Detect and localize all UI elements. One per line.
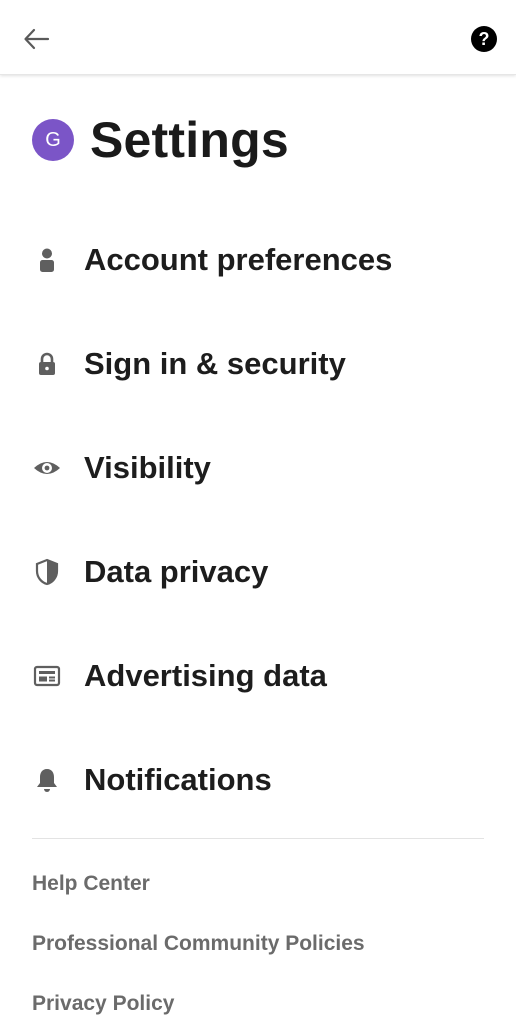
shield-icon [32, 557, 62, 587]
menu-item-account-preferences[interactable]: Account preferences [0, 208, 516, 312]
menu-label: Notifications [84, 762, 272, 797]
menu-item-advertising-data[interactable]: Advertising data [0, 624, 516, 728]
menu-label: Visibility [84, 450, 211, 485]
ad-card-icon [32, 661, 62, 691]
avatar[interactable]: G [32, 119, 74, 161]
bell-icon [32, 765, 62, 795]
help-button[interactable]: ? [470, 25, 498, 53]
question-mark-icon: ? [471, 26, 497, 52]
menu-item-data-privacy[interactable]: Data privacy [0, 520, 516, 624]
menu-item-notifications[interactable]: Notifications [0, 728, 516, 832]
settings-screen: ? G Settings Account preferences Sign in… [0, 0, 516, 1024]
settings-menu: Account preferences Sign in & security V… [0, 208, 516, 832]
menu-label: Advertising data [84, 658, 327, 693]
divider [32, 838, 484, 839]
menu-label: Account preferences [84, 242, 393, 277]
menu-label: Sign in & security [84, 346, 346, 381]
menu-item-visibility[interactable]: Visibility [0, 416, 516, 520]
back-arrow-icon [24, 28, 50, 50]
page-title: Settings [90, 112, 289, 168]
help-center-link[interactable]: Help Center [32, 872, 150, 896]
eye-icon [32, 453, 62, 483]
menu-item-sign-in-security[interactable]: Sign in & security [0, 312, 516, 416]
community-policies-link[interactable]: Professional Community Policies [32, 932, 365, 956]
person-icon [32, 245, 62, 275]
settings-header: G Settings [32, 108, 289, 172]
menu-label: Data privacy [84, 554, 269, 589]
svg-text:?: ? [479, 29, 490, 49]
lock-icon [32, 349, 62, 379]
back-button[interactable] [18, 20, 56, 58]
top-app-bar: ? [0, 0, 516, 75]
avatar-letter: G [45, 128, 61, 151]
privacy-policy-link[interactable]: Privacy Policy [32, 992, 174, 1016]
